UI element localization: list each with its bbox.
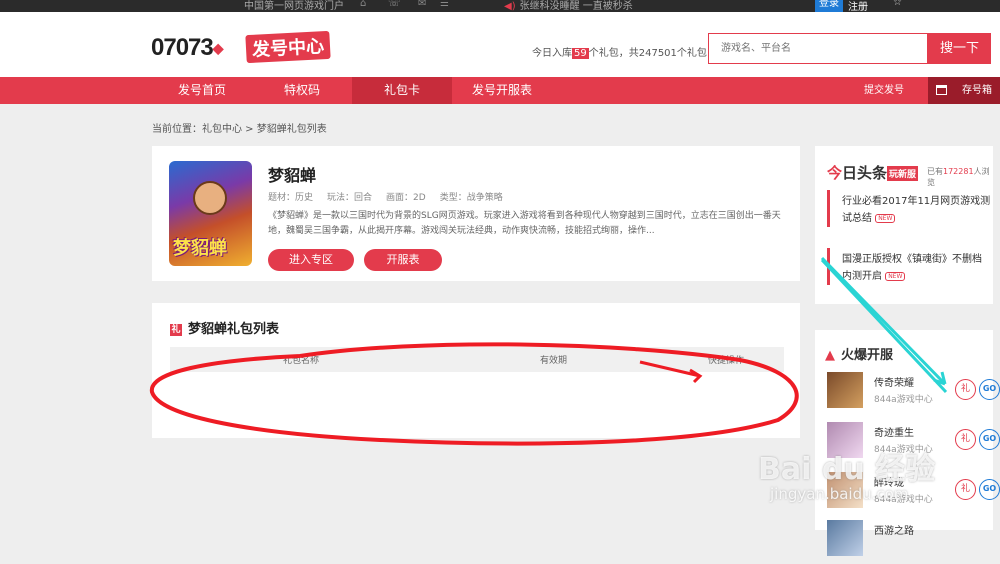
speaker-icon: ◀)	[504, 1, 516, 12]
go-button[interactable]: GO	[979, 429, 1000, 450]
game-info-card: 梦貂蝉 梦貂蝉 题材：历史 玩法：回合 画面：2D 类型：战争策略 《梦貂蝉》是一款以…	[152, 146, 800, 281]
home-icon[interactable]: ⌂	[360, 0, 374, 10]
gift-list-card: 礼梦貂蝉礼包列表 礼包名称 有效期 快捷操作	[152, 303, 800, 438]
search-box[interactable]	[708, 33, 928, 64]
nav-privilege-code[interactable]: 特权码	[252, 77, 352, 104]
game-meta: 题材：历史 玩法：回合 画面：2D 类型：战争策略	[268, 193, 503, 203]
nav-server-table[interactable]: 发号开服表	[452, 77, 552, 104]
list-item: 西游之路	[827, 520, 993, 564]
portal-text[interactable]: 中国第一网页游戏门户	[244, 0, 344, 12]
col-gift-name: 礼包名称	[283, 356, 320, 366]
search-button[interactable]: 搜一下	[928, 33, 991, 64]
code-box-button[interactable]: 存号箱	[928, 77, 1000, 104]
login-button[interactable]: 登录	[815, 0, 843, 12]
go-button[interactable]: GO	[979, 479, 1000, 500]
logo-badge[interactable]: 发号中心	[245, 30, 331, 64]
character-face	[193, 181, 227, 215]
news-item[interactable]: 行业必看2017年11月网页游戏测试总结 NEW	[827, 190, 991, 227]
weibo-icon[interactable]: ✉	[418, 0, 432, 10]
search-input[interactable]	[709, 34, 927, 63]
top-bar: 中国第一网页游戏门户 ⌂ ☏ ✉ ☰ ◀) 张继科没睡醒 一直被秒杀 登录 注册 …	[0, 0, 1000, 12]
gift-button[interactable]: 礼	[955, 479, 976, 500]
gift-button[interactable]: 礼	[955, 379, 976, 400]
main-nav: 发号首页 特权码 礼包卡 发号开服表 提交发号 存号箱	[0, 77, 1000, 104]
gift-list-title: 礼梦貂蝉礼包列表	[170, 322, 280, 337]
phone-icon[interactable]: ☏	[388, 0, 402, 10]
game-title: 梦貂蝉	[268, 166, 317, 185]
game-cover-image[interactable]: 梦貂蝉	[169, 161, 252, 266]
menu-icon[interactable]: ☰	[440, 0, 454, 10]
gift-table-header: 礼包名称 有效期 快捷操作	[170, 347, 784, 372]
headlines-title: 今日头条 玩新服	[827, 164, 919, 182]
news-item[interactable]: 国漫正版授权《镇魂街》不删档内测开启 NEW	[827, 248, 991, 285]
today-headlines-panel: 今日头条 玩新服 已有172281人浏览 行业必看2017年11月网页游戏测试总结…	[815, 146, 993, 304]
go-button[interactable]: GO	[979, 379, 1000, 400]
fire-icon: ▲	[825, 348, 835, 363]
breadcrumb: 当前位置：礼包中心 > 梦貂蝉礼包列表	[152, 124, 327, 135]
submit-gift-link[interactable]: 提交发号	[864, 77, 904, 104]
game-thumbnail[interactable]	[827, 520, 863, 556]
server-table-button[interactable]: 开服表	[364, 249, 442, 271]
col-quick-action: 快捷操作	[708, 356, 745, 366]
gift-button[interactable]: 礼	[955, 429, 976, 450]
register-link[interactable]: 注册	[848, 0, 868, 12]
box-icon	[936, 85, 947, 95]
site-logo[interactable]: 07073◆	[151, 34, 224, 62]
enter-zone-button[interactable]: 进入专区	[268, 249, 354, 271]
list-item: 传奇荣耀 844a游戏中心 礼 GO	[827, 372, 1000, 416]
nav-gift-card[interactable]: 礼包卡	[352, 77, 452, 104]
gift-icon: 礼	[170, 323, 182, 336]
col-valid-period: 有效期	[540, 356, 568, 366]
gift-stats: 今日入库 59 个礼包，共247501个礼包	[532, 48, 707, 59]
announcement[interactable]: ◀) 张继科没睡醒 一直被秒杀	[504, 0, 633, 12]
game-description: 《梦貂蝉》是一款以三国时代为背景的SLG网页游戏。玩家进入游戏将看到各种现代人物…	[268, 211, 781, 236]
hot-servers-title: ▲ 火爆开服	[825, 348, 894, 363]
nav-home[interactable]: 发号首页	[152, 77, 252, 104]
site-header: 07073◆ 发号中心 今日入库59个礼包，共247501个礼包 搜一下	[0, 12, 1000, 77]
browse-count: 已有172281人浏览	[927, 167, 990, 187]
game-thumbnail[interactable]	[827, 372, 863, 408]
baidu-watermark-url: jingyan.baidu.com	[770, 485, 909, 503]
baidu-watermark: Bai du 经验	[758, 452, 936, 487]
favorite-star-icon[interactable]: ☆	[893, 0, 902, 8]
